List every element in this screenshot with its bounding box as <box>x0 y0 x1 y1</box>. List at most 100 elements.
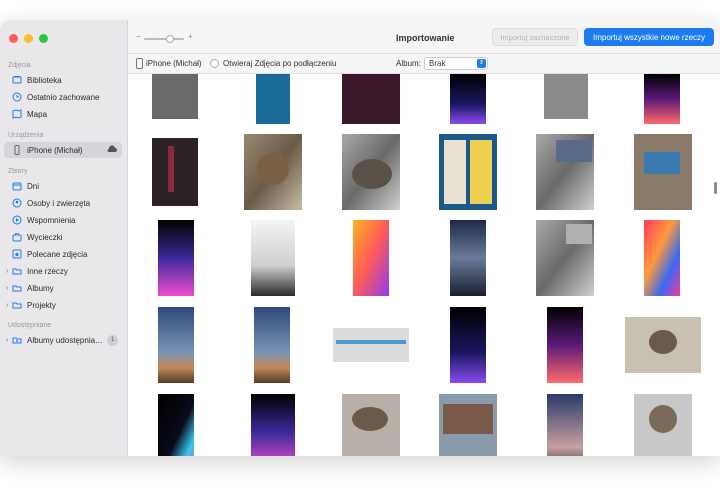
photo-thumbnail[interactable] <box>333 328 409 362</box>
vertical-scrollbar[interactable] <box>714 182 717 194</box>
sidebar-item-memories[interactable]: Wspomnienia <box>4 212 122 228</box>
shared-count-badge: 1 <box>107 334 118 346</box>
sidebar-item-map[interactable]: Mapa <box>4 106 122 122</box>
suitcase-icon <box>12 232 22 242</box>
photos-import-window: Zdjęcia Biblioteka Ostatnio zachowane Ma… <box>0 20 720 456</box>
window-title: Importowanie <box>396 33 455 43</box>
sidebar-item-label: Osoby i zwierzęta <box>27 198 91 208</box>
sidebar-item-label: Inne rzeczy <box>27 266 68 276</box>
photo-thumbnail[interactable] <box>544 74 588 119</box>
import-options-bar: iPhone (Michał) Otwieraj Zdjęcia po podł… <box>128 54 720 74</box>
chevron-right-icon[interactable]: › <box>6 268 8 275</box>
alley-light <box>168 146 174 192</box>
zoom-slider-knob[interactable] <box>165 35 174 43</box>
chevron-right-icon[interactable]: › <box>6 337 8 344</box>
sidebar-item-recently-saved[interactable]: Ostatnio zachowane <box>4 89 122 105</box>
photo-thumbnail[interactable] <box>152 74 198 119</box>
close-button[interactable] <box>9 34 18 43</box>
sidebar-item-label: Wspomnienia <box>27 215 76 225</box>
photo-thumbnail[interactable] <box>353 220 389 296</box>
chevron-right-icon[interactable]: › <box>6 285 8 292</box>
sidebar-item-projects[interactable]: › Projekty <box>4 297 122 313</box>
device-name: iPhone (Michał) <box>146 59 202 68</box>
window-controls <box>9 34 48 43</box>
sidebar-item-label: Wycieczki <box>27 232 63 242</box>
photo-thumbnail[interactable] <box>450 220 486 296</box>
sidebar-item-trips[interactable]: Wycieczki <box>4 229 122 245</box>
sidebar-item-people-pets[interactable]: Osoby i zwierzęta <box>4 195 122 211</box>
folder-icon <box>12 300 22 310</box>
photo-thumbnail[interactable] <box>342 74 400 124</box>
photo-grid <box>128 74 720 456</box>
import-selected-button[interactable]: Importuj zaznaczone <box>492 28 578 46</box>
photo-thumbnail[interactable] <box>547 307 583 383</box>
tv-screen <box>644 152 680 174</box>
photo-thumbnail[interactable] <box>251 394 295 456</box>
laptop-keyboard <box>566 224 592 244</box>
sidebar-item-days[interactable]: Dni <box>4 178 122 194</box>
sidebar-item-label: Mapa <box>27 109 48 119</box>
photo-thumbnail[interactable] <box>644 74 680 124</box>
map-icon <box>12 109 22 119</box>
photo-thumbnail[interactable] <box>158 394 194 456</box>
minimize-button[interactable] <box>24 34 33 43</box>
cat-head <box>649 405 677 433</box>
photo-thumbnail[interactable] <box>158 307 194 383</box>
photo-thumbnail[interactable] <box>158 220 194 296</box>
album-select-value: Brak <box>429 59 446 68</box>
calendar-icon <box>12 181 22 191</box>
sidebar-item-label: Projekty <box>27 300 56 310</box>
memories-icon <box>12 215 22 225</box>
sidebar-item-iphone[interactable]: iPhone (Michał) <box>4 142 122 158</box>
zoom-in-icon: + <box>188 32 193 41</box>
chevron-right-icon[interactable]: › <box>6 302 8 309</box>
import-all-button[interactable]: Importuj wszystkie nowe rzeczy <box>584 28 714 46</box>
comic-panel <box>444 140 466 204</box>
cat-head <box>257 153 289 185</box>
screenshot-bar <box>336 340 406 344</box>
photo-thumbnail[interactable] <box>251 220 295 296</box>
zoom-button[interactable] <box>39 34 48 43</box>
photo-thumbnail[interactable] <box>152 138 198 206</box>
photo-thumbnail[interactable] <box>450 307 486 383</box>
sidebar-item-label: Ostatnio zachowane <box>27 92 100 102</box>
sidebar-item-label: Albumy udostępnia… <box>27 335 104 345</box>
sidebar-item-label: Albumy <box>27 283 54 293</box>
section-collections: Zbiory <box>8 168 28 175</box>
cat-in-box <box>649 330 677 354</box>
cat-body <box>352 159 392 189</box>
toolbar: − + Importowanie Importuj zaznaczone Imp… <box>128 20 720 54</box>
building <box>443 404 493 434</box>
album-label: Album: <box>396 59 421 68</box>
album-select[interactable]: Brak ⇕ <box>424 57 488 70</box>
zoom-slider-track <box>144 38 184 40</box>
section-devices: Urządzenia <box>8 132 44 139</box>
zoom-slider[interactable]: − + <box>136 32 193 43</box>
eject-cloud-icon[interactable] <box>107 145 117 155</box>
person-icon <box>12 198 22 208</box>
sidebar-item-albums[interactable]: › Albumy <box>4 280 122 296</box>
sidebar-item-label: iPhone (Michał) <box>27 145 83 155</box>
photo-thumbnail[interactable] <box>450 74 486 124</box>
folder-icon <box>12 266 22 276</box>
chevron-up-down-icon: ⇕ <box>477 59 486 68</box>
photo-thumbnail[interactable] <box>547 394 583 456</box>
featured-photos-icon <box>12 249 22 259</box>
cat-on-bag <box>352 407 388 431</box>
sidebar-item-library[interactable]: Biblioteka <box>4 72 122 88</box>
sidebar-item-label: Dni <box>27 181 40 191</box>
sidebar: Zdjęcia Biblioteka Ostatnio zachowane Ma… <box>0 20 128 456</box>
photo-thumbnail[interactable] <box>254 307 290 383</box>
sidebar-item-featured[interactable]: Polecane zdjęcia <box>4 246 122 262</box>
laptop-screen <box>556 140 592 162</box>
sidebar-item-shared-albums[interactable]: › Albumy udostępnia… 1 <box>4 332 122 348</box>
comic-panel <box>470 140 492 204</box>
open-on-connect-label: Otwieraj Zdjęcia po podłączeniu <box>223 59 337 68</box>
section-sharing: Udostępniane <box>8 322 52 329</box>
open-on-connect-checkbox[interactable] <box>210 59 219 68</box>
photo-thumbnail[interactable] <box>256 74 290 124</box>
photo-thumbnail[interactable] <box>644 220 680 296</box>
folder-icon <box>12 283 22 293</box>
photo-grid-canvas <box>152 74 701 456</box>
sidebar-item-other[interactable]: › Inne rzeczy <box>4 263 122 279</box>
